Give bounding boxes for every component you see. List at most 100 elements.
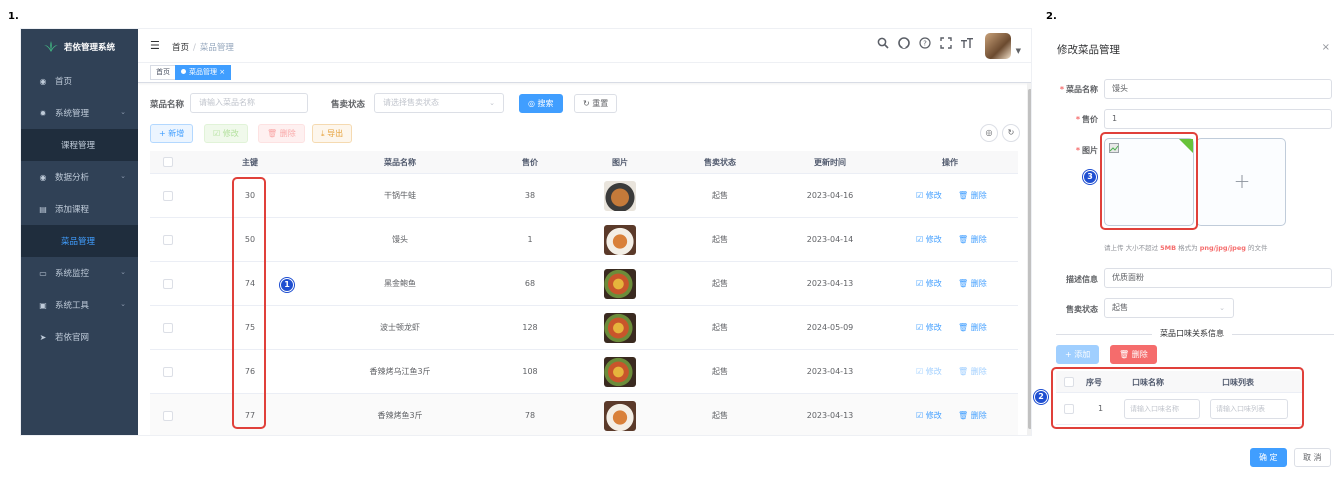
- sidebar-logo[interactable]: 若依管理系统: [21, 29, 138, 65]
- fullscreen-icon[interactable]: [940, 37, 952, 52]
- sidebar-item-label: 首页: [55, 77, 73, 87]
- sell-status-select[interactable]: 起售 ⌄: [1104, 298, 1234, 318]
- sidebar-item-7[interactable]: ▣ 系统工具 ⌄: [21, 289, 138, 321]
- search-status-label: 售卖状态: [331, 100, 366, 110]
- cell-name: 黑金鲍鱼: [384, 279, 416, 288]
- sell-status-label: 售卖状态: [1066, 305, 1098, 314]
- sidebar-item-8[interactable]: ➤ 若依官网: [21, 321, 138, 353]
- breadcrumb-home[interactable]: 首页: [172, 43, 189, 53]
- scrollbar-thumb[interactable]: [1028, 89, 1031, 429]
- cell-price: 68: [524, 279, 536, 288]
- tag-home[interactable]: 首页: [150, 65, 176, 80]
- cell-status: 起售: [712, 323, 728, 332]
- search-status-placeholder: 请选择售卖状态: [383, 98, 439, 107]
- dish-image[interactable]: [604, 357, 636, 387]
- row-checkbox[interactable]: [163, 323, 173, 333]
- flavor-add-button[interactable]: + 添加: [1056, 345, 1100, 364]
- row-edit-button[interactable]: ☑ 修改: [916, 218, 942, 262]
- row-checkbox[interactable]: [163, 279, 173, 289]
- breadcrumb: 首页 / 菜品管理: [172, 41, 234, 53]
- dish-image[interactable]: [604, 269, 636, 299]
- row-delete-button[interactable]: 🗑 删除: [958, 262, 987, 306]
- dish-image[interactable]: [604, 181, 636, 211]
- th-id: 主键: [242, 158, 258, 167]
- row-checkbox[interactable]: [163, 191, 173, 201]
- search-name-input[interactable]: 请输入菜品名称: [190, 93, 308, 113]
- sell-status-value: 起售: [1112, 303, 1128, 312]
- question-icon[interactable]: ?: [919, 37, 931, 52]
- chart-icon: ◉: [39, 172, 47, 182]
- table-row[interactable]: 77 香辣烤鱼3斤 78 起售 2023-04-13 ☑ 修改 🗑 删除: [150, 394, 1018, 435]
- table-row[interactable]: 50 馒头 1 起售 2023-04-14 ☑ 修改 🗑 删除: [150, 218, 1018, 262]
- dish-image[interactable]: [604, 313, 636, 343]
- row-delete-button[interactable]: 🗑 删除: [958, 174, 987, 218]
- table-row[interactable]: 75 波士顿龙虾 128 起售 2024-05-09 ☑ 修改 🗑 删除: [150, 306, 1018, 350]
- sidebar-item-label: 菜品管理: [61, 237, 96, 247]
- row-delete-button[interactable]: 🗑 删除: [958, 350, 987, 394]
- font-size-icon[interactable]: [961, 37, 973, 52]
- table-row[interactable]: 30 干锅牛蛙 38 起售 2023-04-16 ☑ 修改 🗑 删除: [150, 174, 1018, 218]
- search-icon[interactable]: [877, 37, 889, 52]
- sidebar-item-0[interactable]: ◉ 首页: [21, 65, 138, 97]
- edit-button[interactable]: ☑ 修改: [204, 124, 248, 143]
- sidebar-item-4[interactable]: ▤ 添加课程: [21, 193, 138, 225]
- row-edit-button[interactable]: ☑ 修改: [916, 262, 942, 306]
- row-edit-button[interactable]: ☑ 修改: [916, 350, 942, 394]
- caret-down-icon[interactable]: ▼: [1016, 47, 1021, 55]
- cancel-button[interactable]: 取 消: [1294, 448, 1331, 467]
- sidebar-item-6[interactable]: ▭ 系统监控 ⌄: [21, 257, 138, 289]
- sidebar-item-2[interactable]: 课程管理: [21, 129, 138, 161]
- flavor-delete-button[interactable]: 🗑 删除: [1110, 345, 1157, 364]
- sidebar-item-label: 课程管理: [61, 141, 96, 151]
- tag-dish-management[interactable]: 菜品管理 ×: [175, 65, 232, 80]
- search-status-select[interactable]: 请选择售卖状态 ⌄: [374, 93, 504, 113]
- export-button[interactable]: ⤓ 导出: [312, 124, 353, 143]
- row-edit-button[interactable]: ☑ 修改: [916, 394, 942, 435]
- sidebar-item-label: 数据分析: [55, 173, 90, 183]
- close-icon[interactable]: ×: [1322, 42, 1330, 53]
- confirm-button[interactable]: 确 定: [1250, 448, 1287, 467]
- dish-image[interactable]: [604, 401, 636, 431]
- row-checkbox[interactable]: [163, 367, 173, 377]
- vertical-scrollbar[interactable]: [1027, 83, 1031, 435]
- dish-image[interactable]: [604, 225, 636, 255]
- highlight-id-column: [232, 177, 266, 429]
- row-checkbox[interactable]: [163, 235, 173, 245]
- reset-button[interactable]: ↻ 重置: [574, 94, 618, 113]
- gear-icon: ✹: [39, 108, 47, 118]
- refresh-icon[interactable]: ↻: [1002, 124, 1020, 142]
- search-toggle-icon[interactable]: ◎: [980, 124, 998, 142]
- desc-input[interactable]: 优质面粉: [1104, 268, 1332, 288]
- table-row[interactable]: 76 香辣烤乌江鱼3斤 108 起售 2023-04-13 ☑ 修改 🗑 删除: [150, 350, 1018, 394]
- row-delete-button[interactable]: 🗑 删除: [958, 394, 987, 435]
- navbar-icons: ?: [877, 37, 973, 52]
- dashboard-icon: ◉: [39, 76, 47, 86]
- add-button[interactable]: + 新增: [150, 124, 194, 143]
- cell-status: 起售: [712, 191, 728, 200]
- sidebar-item-1[interactable]: ✹ 系统管理 ⌄: [21, 97, 138, 129]
- sidebar-item-label: 若依官网: [55, 333, 90, 343]
- logo-text: 若依管理系统: [63, 43, 115, 53]
- delete-button[interactable]: 🗑 删除: [258, 124, 305, 143]
- price-input[interactable]: 1: [1104, 109, 1332, 129]
- row-delete-button[interactable]: 🗑 删除: [958, 218, 987, 262]
- cell-price: 108: [522, 367, 538, 376]
- row-edit-button[interactable]: ☑ 修改: [916, 174, 942, 218]
- github-icon[interactable]: [898, 37, 910, 52]
- row-edit-button[interactable]: ☑ 修改: [916, 306, 942, 350]
- dish-name-input[interactable]: 馒头: [1104, 79, 1332, 99]
- search-button[interactable]: ◎ 搜索: [519, 94, 563, 113]
- user-avatar[interactable]: [985, 33, 1011, 59]
- select-all-checkbox[interactable]: [163, 157, 173, 167]
- tags-view: 首页 菜品管理 ×: [138, 63, 1031, 83]
- sidebar-item-5[interactable]: 菜品管理: [21, 225, 138, 257]
- sidebar-item-3[interactable]: ◉ 数据分析 ⌄: [21, 161, 138, 193]
- cell-price: 78: [524, 411, 536, 420]
- dish-list-screen: 若依管理系统 ◉ 首页 ✹ 系统管理 ⌄ 课程管理 ◉ 数据分析 ⌄ ▤ 添加课程 菜品管理 ▭ 系统监控…: [20, 28, 1032, 436]
- row-checkbox[interactable]: [163, 411, 173, 421]
- cell-update-time: 2023-04-13: [806, 367, 854, 376]
- row-delete-button[interactable]: 🗑 删除: [958, 306, 987, 350]
- cell-update-time: 2023-04-13: [806, 279, 854, 288]
- hamburger-icon[interactable]: ☰: [150, 39, 160, 52]
- upload-trigger[interactable]: +: [1196, 138, 1286, 226]
